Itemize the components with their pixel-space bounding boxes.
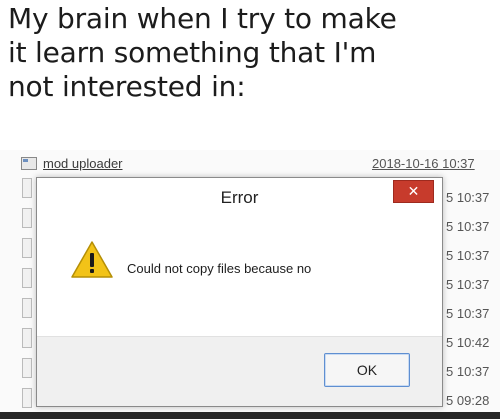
dialog-titlebar[interactable]: Error ✕ (37, 178, 442, 218)
modified-time: 5 10:37 (446, 219, 490, 234)
file-row-icon (22, 358, 32, 378)
modified-time: 5 10:37 (446, 277, 490, 292)
modified-time: 5 10:42 (446, 335, 490, 350)
warning-icon (71, 241, 113, 278)
caption-line-3: not interested in: (8, 70, 246, 103)
file-row-icon (22, 178, 32, 198)
dialog-footer: OK (37, 336, 442, 406)
modified-time: 5 10:37 (446, 190, 490, 205)
caption-line-1: My brain when I try to make (8, 2, 397, 35)
file-row-icon (22, 328, 32, 348)
folder-icon (21, 157, 37, 170)
error-dialog: Error ✕ Could not copy files because no … (36, 177, 443, 407)
close-icon: ✕ (407, 183, 420, 199)
dialog-title: Error (220, 188, 259, 207)
modified-time: 5 10:37 (446, 364, 490, 379)
file-name-label: mod uploader (43, 156, 123, 171)
file-row-icon (22, 388, 32, 408)
caption-line-2: it learn something that I'm (8, 36, 377, 69)
modified-time: 5 10:37 (446, 306, 490, 321)
file-modified-date: 2018-10-16 10:37 (372, 156, 475, 171)
file-row-icon (22, 208, 32, 228)
file-row-icon (22, 298, 32, 318)
meme-caption: My brain when I try to make it learn som… (8, 2, 494, 104)
close-button[interactable]: ✕ (393, 180, 434, 203)
file-row-icon (22, 238, 32, 258)
ok-button[interactable]: OK (324, 353, 410, 387)
file-list-icons (0, 172, 36, 419)
file-item-mod-uploader[interactable]: mod uploader (21, 156, 123, 171)
file-row-icon (22, 268, 32, 288)
modified-time: 5 10:37 (446, 248, 490, 263)
taskbar-edge (0, 412, 500, 419)
dialog-body: Could not copy files because no (37, 220, 442, 338)
modified-time-column: 5 10:37 5 10:37 5 10:37 5 10:37 5 10:37 … (446, 186, 500, 418)
error-message: Could not copy files because no (127, 261, 312, 276)
